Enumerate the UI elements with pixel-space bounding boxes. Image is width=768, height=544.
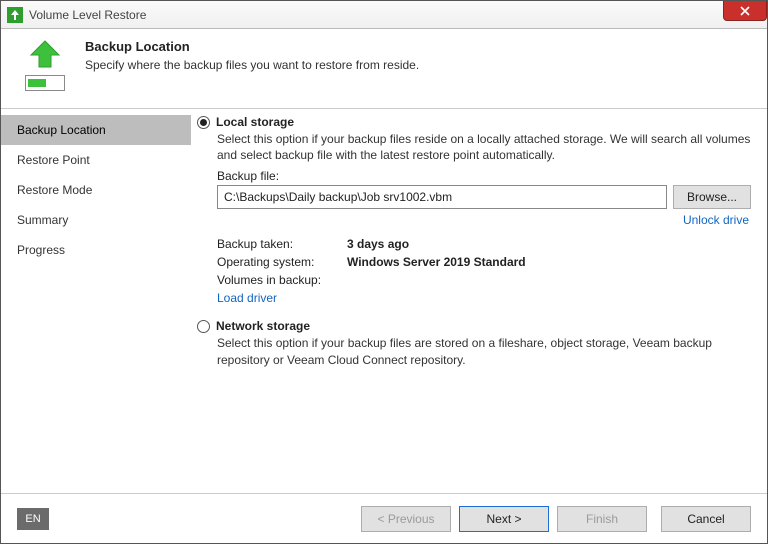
wizard-content: Local storage Select this option if your… — [191, 109, 767, 493]
option-network-title: Network storage — [216, 319, 310, 333]
step-progress[interactable]: Progress — [1, 235, 191, 265]
step-restore-mode[interactable]: Restore Mode — [1, 175, 191, 205]
cancel-button[interactable]: Cancel — [661, 506, 751, 532]
window-title: Volume Level Restore — [29, 8, 146, 22]
option-local-title: Local storage — [216, 115, 294, 129]
step-label: Restore Point — [17, 153, 90, 167]
language-indicator[interactable]: EN — [17, 508, 49, 530]
step-backup-location[interactable]: Backup Location — [1, 115, 191, 145]
titlebar: Volume Level Restore — [1, 1, 767, 29]
backup-taken-value: 3 days ago — [347, 237, 409, 251]
step-restore-point[interactable]: Restore Point — [1, 145, 191, 175]
unlock-drive-link[interactable]: Unlock drive — [683, 213, 749, 227]
disk-icon — [25, 75, 65, 91]
up-arrow-icon — [25, 39, 65, 69]
backup-taken-label: Backup taken: — [217, 237, 347, 251]
load-driver-link[interactable]: Load driver — [217, 291, 277, 305]
option-local-description: Select this option if your backup files … — [217, 131, 751, 163]
language-code: EN — [25, 513, 40, 525]
os-label: Operating system: — [217, 255, 347, 269]
wizard-steps: Backup Location Restore Point Restore Mo… — [1, 109, 191, 493]
page-title: Backup Location — [85, 39, 419, 54]
radio-network-storage[interactable] — [197, 320, 210, 333]
step-label: Summary — [17, 213, 68, 227]
browse-button[interactable]: Browse... — [673, 185, 751, 209]
previous-button: < Previous — [361, 506, 451, 532]
wizard-header-icon — [17, 39, 73, 98]
page-subtitle: Specify where the backup files you want … — [85, 58, 419, 72]
step-label: Backup Location — [17, 123, 106, 137]
finish-button: Finish — [557, 506, 647, 532]
step-label: Progress — [17, 243, 65, 257]
option-network-description: Select this option if your backup files … — [217, 335, 751, 367]
option-local-storage[interactable]: Local storage — [197, 115, 751, 129]
volumes-label: Volumes in backup: — [217, 273, 347, 287]
step-label: Restore Mode — [17, 183, 92, 197]
radio-local-storage[interactable] — [197, 116, 210, 129]
backup-file-label: Backup file: — [217, 169, 751, 183]
wizard-footer: EN < Previous Next > Finish Cancel — [1, 493, 767, 543]
backup-file-input[interactable] — [217, 185, 667, 209]
option-network-storage[interactable]: Network storage — [197, 319, 751, 333]
wizard-header: Backup Location Specify where the backup… — [1, 29, 767, 109]
app-icon — [7, 7, 23, 23]
close-button[interactable] — [723, 1, 767, 21]
step-summary[interactable]: Summary — [1, 205, 191, 235]
os-value: Windows Server 2019 Standard — [347, 255, 526, 269]
next-button[interactable]: Next > — [459, 506, 549, 532]
wizard-body: Backup Location Restore Point Restore Mo… — [1, 109, 767, 493]
